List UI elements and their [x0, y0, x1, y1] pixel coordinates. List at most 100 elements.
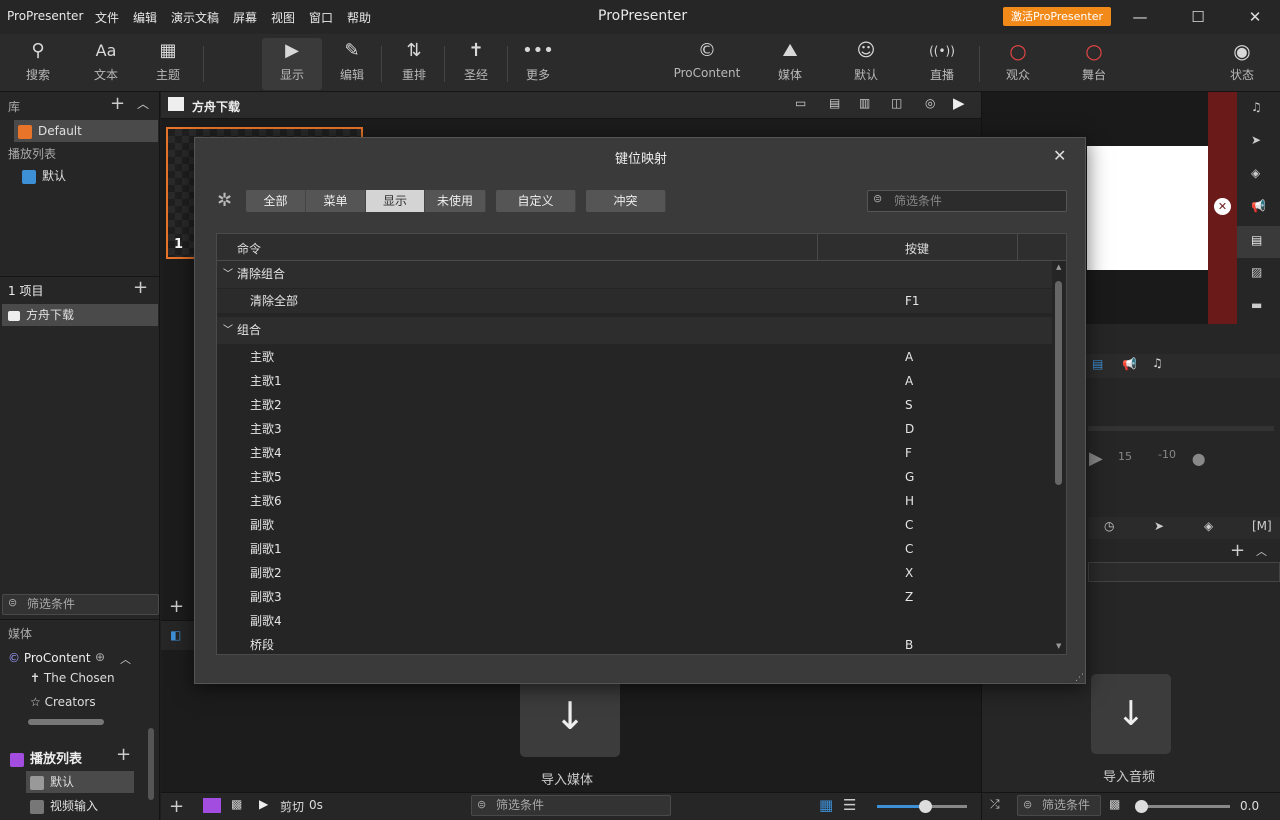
marker-icon[interactable]: ⬤ [1192, 452, 1205, 466]
announce-icon[interactable]: 📢 [1251, 199, 1266, 213]
table-row[interactable]: 副歌4 [217, 609, 1052, 633]
default-tool-button[interactable]: ☺ 默认 [836, 38, 896, 90]
stage-tool-button[interactable]: ○ 舞台 [1064, 38, 1124, 90]
key-cell[interactable]: F1 [905, 289, 920, 313]
tab-display[interactable]: 显示 [366, 190, 425, 212]
next-icon[interactable]: ▶ [953, 94, 965, 112]
cut-label[interactable]: 剪切 [280, 798, 304, 815]
timer-icon[interactable]: ◷ [1104, 519, 1114, 533]
volume-slider-handle[interactable] [1135, 800, 1148, 813]
record-icon[interactable]: ◎ [925, 96, 935, 110]
key-cell[interactable]: B [905, 633, 913, 654]
menu-presentation[interactable]: 演示文稿 [171, 9, 219, 26]
key-cell[interactable]: C [905, 537, 913, 561]
import-media-button[interactable]: ↓ [520, 675, 620, 757]
macro-icon[interactable]: [M] [1252, 519, 1272, 533]
status-tool-button[interactable]: ◉ 状态 [1212, 38, 1272, 90]
add-media-icon[interactable]: + [169, 796, 184, 817]
theme-tool-button[interactable]: ▦ 主题 [138, 38, 198, 90]
add-audio-icon[interactable]: + [1230, 540, 1245, 561]
vertical-scrollbar[interactable] [148, 728, 154, 800]
menu-file[interactable]: 文件 [95, 9, 119, 26]
table-row[interactable]: 副歌2 X [217, 561, 1052, 585]
scroll-up-icon[interactable]: ▲ [1056, 263, 1061, 271]
text-tool-button[interactable]: Aa 文本 [76, 38, 136, 90]
column-key[interactable]: 按键 [905, 240, 929, 257]
audio-play-icon[interactable]: ▶ [1089, 448, 1103, 469]
maximize-icon[interactable]: ☐ [1186, 5, 1210, 29]
custom-button[interactable]: 自定义 [496, 190, 576, 212]
menu-view[interactable]: 视图 [271, 9, 295, 26]
menu-edit[interactable]: 编辑 [133, 9, 157, 26]
table-row[interactable]: 副歌3 Z [217, 585, 1052, 609]
table-row[interactable]: 主歌4 F [217, 441, 1052, 465]
table-row[interactable]: 主歌2 S [217, 393, 1052, 417]
scrollbar-thumb[interactable] [1055, 281, 1062, 485]
activate-button[interactable]: 激活ProPresenter [1003, 7, 1111, 26]
collapse-icon[interactable]: ︿ [120, 651, 131, 667]
add-media-playlist-icon[interactable]: + [116, 744, 131, 765]
layout-icon[interactable]: ▭ [795, 96, 806, 110]
more-tool-button[interactable]: ••• 更多 [508, 38, 568, 90]
send-icon[interactable]: ➤ [1154, 519, 1164, 533]
key-cell[interactable]: A [905, 369, 913, 393]
transparency-icon[interactable]: ▩ [1109, 797, 1120, 811]
table-scrollbar[interactable]: ▲ ▼ [1052, 261, 1066, 654]
menu-help[interactable]: 帮助 [347, 9, 371, 26]
slide-tab-icon[interactable]: ▤ [1092, 357, 1103, 371]
list-view-icon[interactable]: ☰ [843, 796, 856, 814]
item-ark-download[interactable]: 方舟下载 [2, 304, 158, 326]
procontent-tool-button[interactable]: © ProContent [667, 38, 747, 90]
layers-icon[interactable]: ◈ [1251, 166, 1260, 180]
music-tab-icon[interactable]: ♫ [1152, 356, 1163, 370]
media-tool-button[interactable]: ⛰ 媒体 [760, 38, 820, 90]
bin-icon[interactable] [203, 798, 221, 813]
image-icon[interactable]: ▨ [1251, 265, 1262, 279]
add-library-icon[interactable]: + [110, 93, 125, 114]
audience-tool-button[interactable]: ○ 观众 [988, 38, 1048, 90]
scroll-down-icon[interactable]: ▼ [1056, 642, 1061, 650]
media-playlist-video-input[interactable]: 视频输入 [26, 795, 134, 817]
send-icon[interactable]: ➤ [1251, 133, 1261, 147]
media-playlist-default[interactable]: 默认 [26, 771, 134, 793]
table-row[interactable]: 副歌 C [217, 513, 1052, 537]
table-row[interactable]: 副歌1 C [217, 537, 1052, 561]
import-audio-button[interactable]: ↓ [1091, 674, 1171, 754]
split-icon[interactable]: ◫ [891, 96, 902, 110]
edit-tool-button[interactable]: ✎ 编辑 [322, 38, 382, 90]
key-cell[interactable]: D [905, 417, 914, 441]
size-slider-handle[interactable] [919, 800, 932, 813]
menu-window[interactable]: 窗口 [309, 9, 333, 26]
show-tool-button[interactable]: ▶ 显示 [262, 38, 322, 90]
audio-progress[interactable] [1088, 426, 1274, 431]
app-menu[interactable]: ProPresenter [7, 9, 83, 23]
grid-view-icon[interactable]: ▦ [819, 796, 833, 814]
skip-forward-icon[interactable]: 15 [1118, 450, 1132, 463]
media-item-the-chosen[interactable]: ✝ The Chosen [30, 671, 115, 685]
add-item-icon[interactable]: + [133, 277, 148, 298]
library-item-default[interactable]: Default [14, 120, 158, 142]
key-cell[interactable]: H [905, 489, 914, 513]
column-command[interactable]: 命令 [237, 240, 261, 257]
add-slide-icon[interactable]: + [169, 596, 184, 617]
globe-icon[interactable]: ⊕ [95, 650, 105, 664]
sidebar-toggle-icon[interactable]: ◧ [170, 628, 181, 642]
tab-menu[interactable]: 菜单 [306, 190, 366, 212]
table-row[interactable]: 主歌1 A [217, 369, 1052, 393]
table-group-row[interactable]: ﹀ 清除组合 [217, 261, 1052, 288]
media-filter-input[interactable]: 筛选条件 [471, 795, 671, 816]
media-item-creators[interactable]: ☆ Creators [30, 695, 96, 709]
table-row[interactable]: 主歌 A [217, 345, 1052, 369]
audio-search[interactable] [1088, 562, 1280, 582]
shuffle-icon[interactable]: ⤮ [990, 797, 1000, 812]
transition-icon[interactable]: ▶ [259, 797, 268, 811]
key-cell[interactable]: G [905, 465, 914, 489]
reflow-tool-button[interactable]: ⇅ 重排 [384, 38, 444, 90]
procontent-section[interactable]: © ProContent [8, 651, 91, 665]
menu-screen[interactable]: 屏幕 [233, 9, 257, 26]
left-filter-input[interactable]: 筛选条件 [2, 594, 159, 615]
dialog-filter-input[interactable]: 筛选条件 [867, 190, 1067, 212]
skip-back-icon[interactable]: -10 [1158, 448, 1176, 461]
volume-slider[interactable] [1138, 805, 1230, 808]
announce-tab-icon[interactable]: 📢 [1122, 357, 1137, 371]
